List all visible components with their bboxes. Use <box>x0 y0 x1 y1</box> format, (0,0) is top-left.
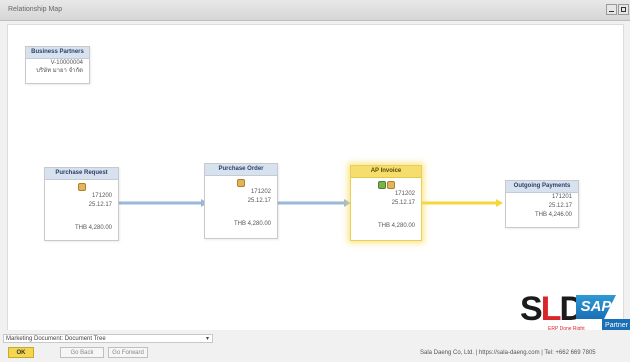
node-title: Purchase Order <box>205 164 277 176</box>
relationship-map-canvas: Business Partners V-10000004 บริษัท มายา… <box>7 24 624 332</box>
maximize-icon[interactable] <box>618 4 629 15</box>
doc-number: 171202 <box>250 189 271 195</box>
doc-date: 25.12.17 <box>391 200 415 206</box>
doc-amount: THB 4,280.00 <box>377 223 415 229</box>
payment-icon <box>377 181 386 189</box>
arrow-head-ap-op <box>496 199 503 207</box>
doc-amount: THB 4,280.00 <box>74 225 112 231</box>
doc-date: 25.12.17 <box>247 198 271 204</box>
footer-contact: Sala Daeng Co, Ltd. | https://sala-daeng… <box>420 350 596 356</box>
node-business-partners[interactable]: Business Partners V-10000004 บริษัท มายา… <box>25 46 90 84</box>
doc-number: 171202 <box>394 191 415 197</box>
doc-number: 171200 <box>91 193 112 199</box>
go-forward-button[interactable]: Go Forward <box>108 347 148 358</box>
doc-amount: THB 4,246.00 <box>534 212 572 218</box>
bp-code: V-10000004 <box>50 60 83 66</box>
node-purchase-request[interactable]: Purchase Request 171200 25.12.17 THB 4,2… <box>44 167 119 241</box>
chevron-down-icon[interactable]: ▾ <box>206 335 209 344</box>
doc-date: 25.12.17 <box>548 203 572 209</box>
node-title: Purchase Request <box>45 168 118 180</box>
view-select-value: Marketing Document: Document Tree <box>6 336 106 342</box>
doc-amount: THB 4,280.00 <box>233 221 271 227</box>
node-title: Outgoing Payments <box>506 181 578 193</box>
document-icon <box>386 181 395 189</box>
window-title: Relationship Map <box>8 6 63 13</box>
document-icon <box>237 179 245 187</box>
node-outgoing-payments[interactable]: Outgoing Payments 171201 25.12.17 THB 4,… <box>505 180 579 228</box>
go-back-button[interactable]: Go Back <box>60 347 104 358</box>
window-titlebar: Relationship Map <box>0 0 630 21</box>
bp-name: บริษัท มายา จำกัด <box>36 68 83 74</box>
node-title: AP Invoice <box>351 166 421 178</box>
node-purchase-order[interactable]: Purchase Order 171202 25.12.17 THB 4,280… <box>204 163 278 239</box>
doc-date: 25.12.17 <box>88 202 112 208</box>
minimize-icon[interactable] <box>606 4 617 15</box>
document-icon <box>77 183 86 191</box>
node-title: Business Partners <box>26 47 89 59</box>
view-select[interactable]: Marketing Document: Document Tree ▾ <box>3 334 213 343</box>
sld-logo: SLD <box>520 290 584 328</box>
ok-button[interactable]: OK <box>8 347 34 358</box>
doc-number: 171201 <box>551 194 572 200</box>
node-ap-invoice[interactable]: AP Invoice 171202 25.12.17 THB 4,280.00 <box>350 165 422 241</box>
bottom-bar: Marketing Document: Document Tree ▾ OK G… <box>0 330 630 362</box>
